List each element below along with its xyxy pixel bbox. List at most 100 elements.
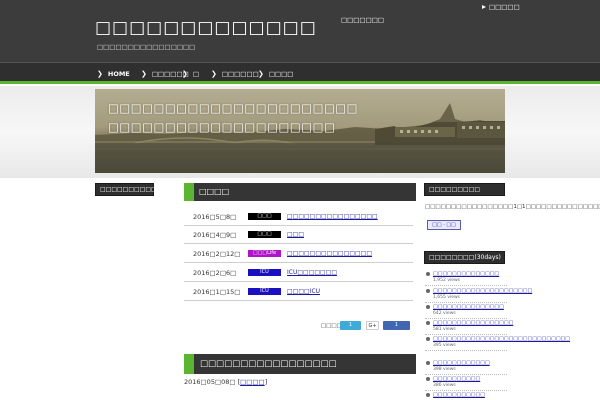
bullet-icon — [426, 361, 430, 365]
ranking-item[interactable]: □□□□□□□□□□ 386 views — [425, 376, 507, 391]
news-category-badge[interactable]: □□□ — [248, 213, 281, 220]
ranking-item-title[interactable]: □□□□□□□□□□ — [425, 376, 507, 383]
nav-item-label: HOME — [107, 70, 130, 78]
divider — [425, 350, 507, 351]
chevron-right-icon: ❯ — [182, 70, 188, 78]
ranking-item-views: 642 views — [433, 311, 456, 316]
facebook-like-button[interactable]: 1 — [383, 321, 410, 330]
triangle-right-icon — [482, 5, 486, 9]
site-title[interactable]: □□□□□□□□□□□□□ — [95, 18, 317, 38]
news-category-badge[interactable]: □□□ — [248, 231, 281, 238]
ranking-item-views: 395 views — [433, 343, 456, 348]
ranking-item-title[interactable]: □□□□□□□□□□□□□□□ — [425, 304, 507, 311]
hero-banner: □□□□□□□□□□□□□□□□□□□□□□ □□□□□□□□□□□□□□□□□… — [95, 89, 505, 173]
bullet-icon — [426, 289, 430, 293]
ranking-item-views: 398 views — [433, 367, 456, 372]
ranking-item-title[interactable]: □□□□□□□□□□□ — [425, 392, 507, 399]
ranking-item-title[interactable]: □□□□□□□□□□□□□□□□□□□□□□□□□□□□□ — [425, 336, 570, 343]
news-title-link[interactable]: □□□□□□□□□□□□□□□ — [287, 250, 372, 257]
news-row[interactable]: 2016□5□8□ □□□ □□□□□□□□□□□□□□□□ — [184, 208, 413, 226]
google-plus-button[interactable]: G+ — [366, 321, 379, 330]
ranking-item-title[interactable]: □□□□□□□□□□□□□□□□□□□□□ — [425, 288, 532, 295]
bullet-icon — [426, 337, 430, 341]
post-date: 2016□05□08□ — [184, 378, 236, 386]
post-excerpt — [184, 395, 404, 400]
ranking-item[interactable]: □□□□□□□□□□□ — [425, 392, 507, 399]
news-row[interactable]: 2016□2□6□ ICU ICU□□□□□□□ — [184, 264, 413, 282]
nav-item-label: □□□□ — [268, 70, 294, 78]
news-section-title: □□□□ — [184, 183, 416, 201]
news-category-badge[interactable]: □□□Life — [248, 250, 281, 257]
ranking-item-views: 1,655 views — [433, 295, 461, 300]
left-sidebar-title: □□□□□□□□□□ — [95, 183, 157, 196]
ranking-item-link[interactable]: □□□□□□□□□□□ — [433, 392, 485, 398]
nav-item-label: □ — [192, 70, 200, 78]
news-title-link[interactable]: □□□ — [287, 231, 304, 238]
divider — [425, 374, 507, 375]
header-link[interactable]: □□□□□□□ — [341, 16, 384, 24]
post-title[interactable]: □□□□□□□□□□□□□□□□□ — [184, 354, 416, 374]
share-label: □□□□ — [321, 323, 342, 329]
ranking-item-link[interactable]: □□□□□□□□□□□□ — [433, 360, 490, 366]
news-title-link[interactable]: □□□□□□□□□□□□□□□□ — [287, 213, 378, 220]
ranking-item-views: 386 views — [433, 383, 456, 388]
ranking-item-link[interactable]: □□□□□□□□□□ — [433, 376, 480, 382]
chevron-right-icon: ❯ — [141, 70, 147, 78]
bullet-icon — [426, 305, 430, 309]
main-nav: ❯ HOME ❯ □□□□□□ ❯ □ ❯ □□□□□□ ❯ □□□□ — [0, 62, 600, 84]
ranking-item-views: 581 views — [433, 327, 456, 332]
hero-heading-line2: □□□□□□□□□□□□□□□□□□□□ — [108, 120, 336, 134]
ranking-item-title[interactable]: □□□□□□□□□□□□□□□□□ — [425, 320, 513, 327]
chevron-right-icon: ❯ — [258, 70, 264, 78]
bullet-icon — [426, 272, 430, 276]
right-sidebar-intro-title: □□□□□□□□□ — [424, 183, 505, 196]
header-right-link[interactable]: □□□□□ — [482, 3, 520, 11]
header-right-link-label: □□□□□ — [489, 3, 520, 11]
ranking-item-link[interactable]: □□□□□□□□□□□□□□□□□□□□□□□□□□□□□ — [433, 336, 570, 342]
divider — [425, 318, 507, 319]
divider — [425, 302, 507, 303]
news-row[interactable]: 2016□1□15□ ICU □□□□ICU — [184, 283, 413, 301]
nav-item-home[interactable]: ❯ HOME — [97, 70, 130, 78]
news-date: 2016□4□9□ — [193, 231, 237, 239]
ranking-item[interactable]: □□□□□□□□□□□□□□□□□□□□□ 1,655 views — [425, 288, 532, 303]
news-date: 2016□1□15□ — [193, 288, 241, 296]
chevron-right-icon: ❯ — [97, 70, 103, 78]
divider — [425, 390, 507, 391]
tweet-button[interactable]: 1 — [340, 321, 361, 330]
news-row[interactable]: 2016□4□9□ □□□ □□□ — [184, 226, 413, 244]
google-plus-label: G+ — [368, 323, 377, 329]
news-row[interactable]: 2016□2□12□ □□□Life □□□□□□□□□□□□□□□ — [184, 245, 413, 263]
ranking-item[interactable]: □□□□□□□□□□□□□□ 1,952 views — [425, 271, 507, 286]
news-category-badge[interactable]: ICU — [248, 288, 281, 295]
ranking-item-link[interactable]: □□□□□□□□□□□□□□□□□□□□□ — [433, 288, 532, 294]
right-sidebar-intro-text: □□□□□□□□□□□□□□□□□1□1□□□□□□□□□□□□□□□□ — [425, 204, 600, 210]
ranking-item[interactable]: □□□□□□□□□□□□□□□□□ 581 views — [425, 320, 513, 335]
ranking-item-title[interactable]: □□□□□□□□□□□□ — [425, 360, 507, 367]
ranking-item-link[interactable]: □□□□□□□□□□□□□□□ — [433, 304, 504, 310]
ranking-item[interactable]: □□□□□□□□□□□□□□□ 642 views — [425, 304, 507, 319]
ranking-item-link[interactable]: □□□□□□□□□□□□□□ — [433, 271, 499, 277]
doctor-badge-image[interactable]: □□ · □□ — [427, 220, 461, 230]
news-title-link[interactable]: □□□□ICU — [287, 288, 320, 295]
ranking-item-views: 1,952 views — [433, 278, 461, 283]
ranking-item[interactable]: □□□□□□□□□□□□□□□□□□□□□□□□□□□□□ 395 views — [425, 336, 570, 351]
bullet-icon — [426, 377, 430, 381]
ranking-item-title[interactable]: □□□□□□□□□□□□□□ — [425, 271, 507, 278]
site-tagline: □□□□□□□□□□□□□□□□ — [97, 43, 196, 51]
nav-item-4[interactable]: ❯ □□□□□□ — [211, 70, 259, 78]
nav-item-3[interactable]: ❯ □ — [182, 70, 199, 78]
news-date: 2016□5□8□ — [193, 213, 237, 221]
news-date: 2016□2□12□ — [193, 250, 241, 258]
post-category-link[interactable]: □□□□ — [240, 378, 265, 386]
ranking-item-link[interactable]: □□□□□□□□□□□□□□□□□ — [433, 320, 513, 326]
bullet-icon — [426, 393, 430, 397]
site-header: □□□□□□□□□□□□□ □□□□□□□□□□□□□□□□ □□□□□□□ □… — [0, 0, 600, 62]
news-category-badge[interactable]: ICU — [248, 269, 281, 276]
ranking-item[interactable]: □□□□□□□□□□□□ 398 views — [425, 360, 507, 375]
news-date: 2016□2□6□ — [193, 269, 237, 277]
ranking-title: □□□□□□□□(30days) — [424, 251, 505, 264]
nav-item-5[interactable]: ❯ □□□□ — [258, 70, 293, 78]
facebook-like-count: 1 — [394, 322, 399, 328]
news-title-link[interactable]: ICU□□□□□□□ — [287, 269, 337, 276]
